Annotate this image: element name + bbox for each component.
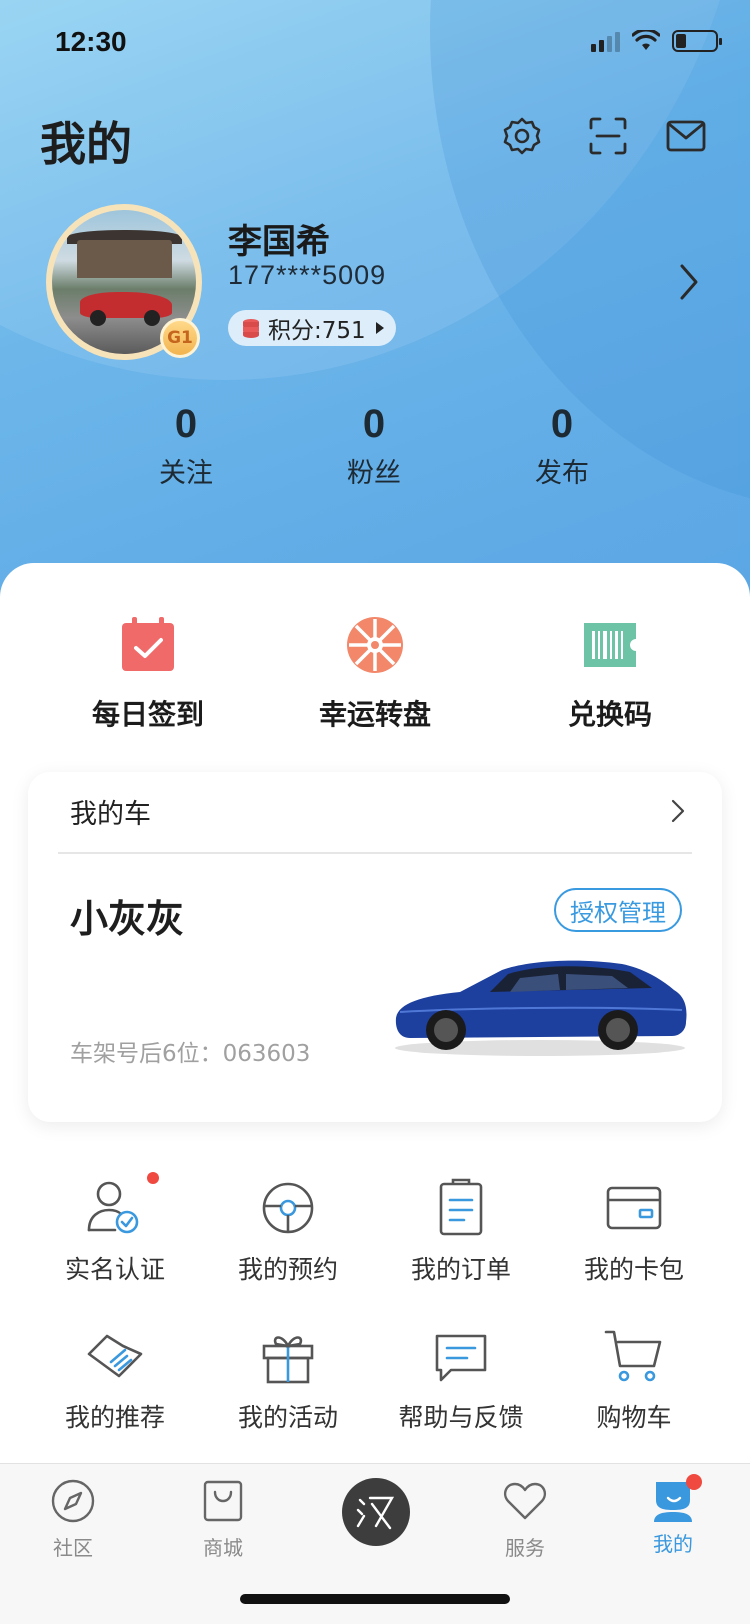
stat-followers[interactable]: 0 粉丝	[304, 402, 444, 490]
scan-button[interactable]	[586, 114, 630, 158]
car-nickname: 小灰灰	[70, 897, 185, 941]
service-label: 帮助与反馈	[398, 1403, 524, 1432]
my-car-header[interactable]: 我的车	[70, 792, 151, 831]
service-label: 我的推荐	[64, 1403, 165, 1432]
compass-icon	[51, 1479, 95, 1523]
page-title: 我的	[40, 117, 132, 171]
play-arrow-icon	[375, 322, 384, 334]
tab-label: 社区	[53, 1536, 93, 1560]
wifi-icon	[632, 30, 660, 50]
lucky-wheel-icon	[347, 617, 403, 673]
authorization-management-button[interactable]: 授权管理	[554, 888, 682, 932]
service-my-orders[interactable]: 我的订单	[376, 1178, 546, 1286]
service-help-feedback[interactable]: 帮助与反馈	[376, 1326, 546, 1434]
user-verify-icon	[87, 1181, 139, 1234]
quick-action-lucky-wheel[interactable]: 幸运转盘	[275, 615, 475, 733]
service-label: 我的活动	[237, 1403, 338, 1432]
coin-stack-icon	[243, 319, 259, 338]
gift-icon	[262, 1336, 314, 1384]
messages-button[interactable]	[664, 114, 708, 158]
service-my-referrals[interactable]: 我的推荐	[30, 1326, 200, 1434]
heart-icon	[504, 1482, 546, 1520]
service-real-name-verification[interactable]: 实名认证	[30, 1172, 200, 1286]
notification-dot	[686, 1474, 702, 1490]
mail-icon	[666, 120, 706, 152]
tab-label: 我的	[653, 1532, 693, 1556]
tab-label: 商城	[203, 1536, 243, 1560]
tab-mall[interactable]: 商城	[168, 1478, 278, 1561]
cellular-signal-icon	[591, 30, 620, 52]
barcode-ticket-icon	[584, 623, 636, 667]
tab-mine[interactable]: 我的	[618, 1474, 728, 1557]
status-icons	[591, 30, 722, 52]
quick-action-label: 兑换码	[567, 698, 652, 731]
service-my-events[interactable]: 我的活动	[203, 1326, 373, 1434]
han-logo-icon	[356, 1496, 395, 1530]
user-phone: 177****5009	[228, 260, 387, 290]
tab-community[interactable]: 社区	[18, 1478, 128, 1561]
stat-label: 关注	[159, 458, 213, 489]
feedback-icon	[435, 1334, 487, 1382]
stat-posts[interactable]: 0 发布	[492, 402, 632, 490]
notification-dot	[147, 1172, 159, 1184]
order-list-icon	[439, 1178, 483, 1236]
points-label: 积分:751	[268, 318, 366, 344]
stat-value: 0	[362, 402, 386, 446]
scan-icon	[589, 117, 627, 155]
stat-value: 0	[550, 402, 574, 446]
center-brand-button[interactable]	[342, 1478, 410, 1546]
quick-action-label: 每日签到	[91, 698, 204, 731]
user-name[interactable]: 李国希	[228, 214, 330, 263]
settings-button[interactable]	[500, 114, 544, 158]
stat-label: 发布	[535, 458, 589, 489]
points-pill[interactable]: 积分:751	[228, 310, 396, 346]
service-my-card-wallet[interactable]: 我的卡包	[549, 1178, 719, 1286]
shopping-bag-icon	[203, 1480, 243, 1522]
service-label: 购物车	[596, 1403, 672, 1432]
steering-wheel-icon	[262, 1182, 314, 1234]
service-shopping-cart[interactable]: 购物车	[549, 1326, 719, 1434]
tab-label: 服务	[505, 1536, 545, 1560]
quick-action-checkin[interactable]: 每日签到	[48, 615, 248, 733]
handshake-icon	[87, 1334, 143, 1378]
service-label: 我的订单	[410, 1255, 511, 1284]
service-my-appointments[interactable]: 我的预约	[203, 1178, 373, 1286]
stat-following[interactable]: 0 关注	[116, 402, 256, 490]
stat-label: 粉丝	[347, 458, 401, 489]
chevron-right-icon[interactable]	[676, 262, 702, 302]
chevron-right-icon[interactable]	[670, 798, 686, 824]
status-time: 12:30	[55, 26, 127, 57]
service-label: 实名认证	[64, 1255, 165, 1284]
level-badge: G1	[160, 318, 200, 358]
cart-icon	[604, 1330, 662, 1382]
divider	[58, 852, 692, 854]
stat-value: 0	[174, 402, 198, 446]
battery-icon	[672, 30, 722, 52]
card-wallet-icon	[606, 1186, 662, 1230]
gear-icon	[503, 117, 541, 155]
calendar-check-icon	[122, 617, 174, 671]
quick-action-redeem-code[interactable]: 兑换码	[510, 615, 710, 733]
service-label: 我的卡包	[583, 1255, 684, 1284]
home-indicator	[240, 1594, 510, 1604]
service-label: 我的预约	[237, 1255, 338, 1284]
tab-services[interactable]: 服务	[470, 1478, 580, 1561]
vin-last6: 车架号后6位：063603	[70, 1041, 311, 1067]
quick-action-label: 幸运转盘	[318, 698, 431, 731]
my-car-card: 我的车 小灰灰 授权管理 车架号后6位：063603	[28, 772, 722, 1122]
car-image	[395, 960, 687, 1056]
